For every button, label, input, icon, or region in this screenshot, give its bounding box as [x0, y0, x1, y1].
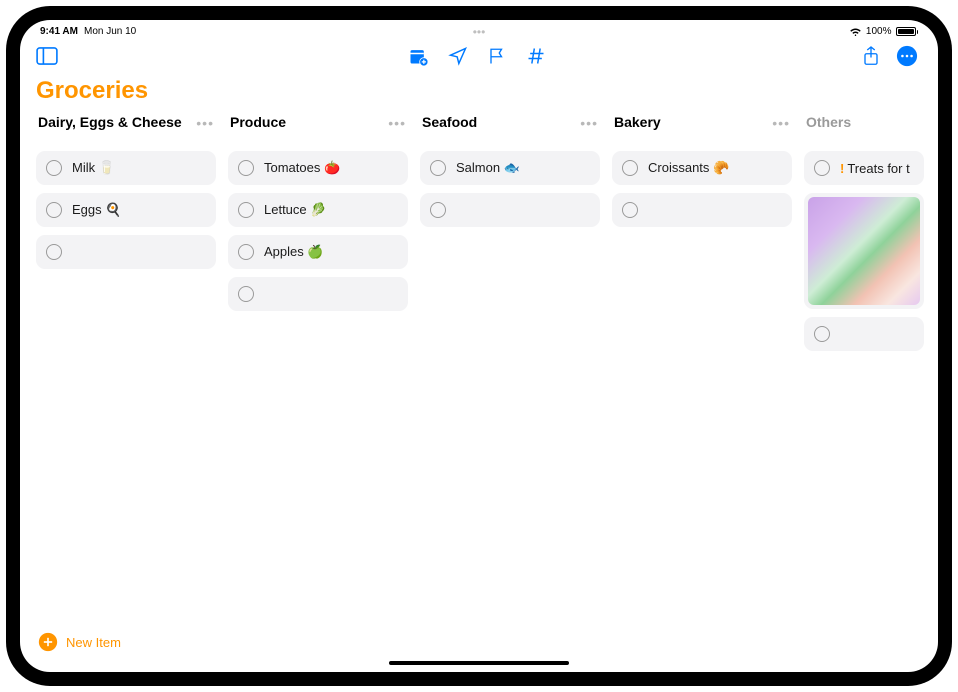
- screen: 9:41 AM Mon Jun 10 ••• 100%: [20, 20, 938, 672]
- empty-reminder-row[interactable]: [612, 193, 792, 227]
- complete-checkbox[interactable]: [46, 244, 62, 260]
- location-icon[interactable]: [448, 46, 468, 66]
- battery-percent: 100%: [866, 26, 892, 37]
- column-menu-icon[interactable]: •••: [772, 115, 790, 131]
- reminder-text[interactable]: Apples 🍏: [264, 244, 324, 260]
- reminder-text[interactable]: Tomatoes 🍅: [264, 160, 340, 176]
- flag-icon[interactable]: [488, 46, 506, 66]
- column-title[interactable]: Seafood: [422, 113, 477, 132]
- status-bar: 9:41 AM Mon Jun 10 ••• 100%: [20, 20, 938, 39]
- column-title[interactable]: Bakery: [614, 113, 661, 132]
- reminder-text[interactable]: Salmon 🐟: [456, 160, 520, 176]
- attachment-thumbnail: [808, 197, 920, 305]
- empty-reminder-row[interactable]: [228, 277, 408, 311]
- column-title[interactable]: Others: [806, 113, 851, 132]
- complete-checkbox[interactable]: [238, 286, 254, 302]
- complete-checkbox[interactable]: [238, 202, 254, 218]
- reminder-item[interactable]: Salmon 🐟: [420, 151, 600, 185]
- more-circle-icon[interactable]: [896, 45, 918, 67]
- status-date: Mon Jun 10: [84, 26, 136, 37]
- new-item-label: New Item: [66, 635, 121, 650]
- complete-checkbox[interactable]: [238, 244, 254, 260]
- column-menu-icon[interactable]: •••: [388, 115, 406, 131]
- list-title: Groceries: [20, 73, 938, 113]
- complete-checkbox[interactable]: [238, 160, 254, 176]
- column-header: Seafood •••: [420, 113, 600, 151]
- reminder-item[interactable]: Milk 🥛: [36, 151, 216, 185]
- ipad-device-frame: 9:41 AM Mon Jun 10 ••• 100%: [6, 6, 952, 686]
- column-header: Bakery •••: [612, 113, 792, 151]
- column-header: Dairy, Eggs & Cheese •••: [36, 113, 216, 151]
- reminder-item[interactable]: Apples 🍏: [228, 235, 408, 269]
- column: Others !Treats for t: [804, 113, 924, 622]
- complete-checkbox[interactable]: [430, 202, 446, 218]
- column: Bakery ••• Croissants 🥐: [612, 113, 792, 622]
- complete-checkbox[interactable]: [46, 160, 62, 176]
- multitasking-dots-icon[interactable]: •••: [473, 25, 486, 39]
- column: Seafood ••• Salmon 🐟: [420, 113, 600, 622]
- plus-circle-icon: [38, 632, 58, 652]
- empty-reminder-row[interactable]: [36, 235, 216, 269]
- reminder-text[interactable]: !Treats for t: [840, 161, 910, 176]
- reminder-item[interactable]: Eggs 🍳: [36, 193, 216, 227]
- reminder-item[interactable]: Lettuce 🥬: [228, 193, 408, 227]
- column: Produce ••• Tomatoes 🍅 Lettuce 🥬 Apples 🍏: [228, 113, 408, 622]
- wifi-icon: [849, 27, 862, 36]
- column: Dairy, Eggs & Cheese ••• Milk 🥛 Eggs 🍳: [36, 113, 216, 622]
- column-menu-icon[interactable]: •••: [580, 115, 598, 131]
- complete-checkbox[interactable]: [46, 202, 62, 218]
- reminder-item[interactable]: !Treats for t: [804, 151, 924, 185]
- columns-scroll-area[interactable]: Dairy, Eggs & Cheese ••• Milk 🥛 Eggs 🍳 Produ…: [20, 113, 938, 622]
- column-header: Produce •••: [228, 113, 408, 151]
- empty-reminder-row[interactable]: [420, 193, 600, 227]
- column-menu-icon[interactable]: •••: [196, 115, 214, 131]
- calendar-add-icon[interactable]: [408, 46, 428, 66]
- complete-checkbox[interactable]: [622, 202, 638, 218]
- complete-checkbox[interactable]: [814, 326, 830, 342]
- column-title[interactable]: Produce: [230, 113, 286, 132]
- complete-checkbox[interactable]: [814, 160, 830, 176]
- toolbar: [20, 39, 938, 73]
- hashtag-icon[interactable]: [526, 46, 546, 66]
- reminder-item[interactable]: Croissants 🥐: [612, 151, 792, 185]
- sidebar-toggle-icon[interactable]: [36, 47, 58, 65]
- reminder-text[interactable]: Milk 🥛: [72, 160, 115, 176]
- reminder-image-attachment[interactable]: [804, 193, 924, 309]
- status-time: 9:41 AM: [40, 26, 78, 37]
- reminder-item[interactable]: Tomatoes 🍅: [228, 151, 408, 185]
- priority-indicator: !: [840, 161, 844, 176]
- complete-checkbox[interactable]: [430, 160, 446, 176]
- reminder-text[interactable]: Lettuce 🥬: [264, 202, 326, 218]
- reminder-text[interactable]: Eggs 🍳: [72, 202, 121, 218]
- empty-reminder-row[interactable]: [804, 317, 924, 351]
- battery-icon: [896, 27, 919, 36]
- reminder-text[interactable]: Croissants 🥐: [648, 160, 729, 176]
- column-title[interactable]: Dairy, Eggs & Cheese: [38, 113, 182, 132]
- complete-checkbox[interactable]: [622, 160, 638, 176]
- column-header: Others: [804, 113, 924, 151]
- share-icon[interactable]: [862, 45, 880, 67]
- home-indicator[interactable]: [389, 661, 569, 665]
